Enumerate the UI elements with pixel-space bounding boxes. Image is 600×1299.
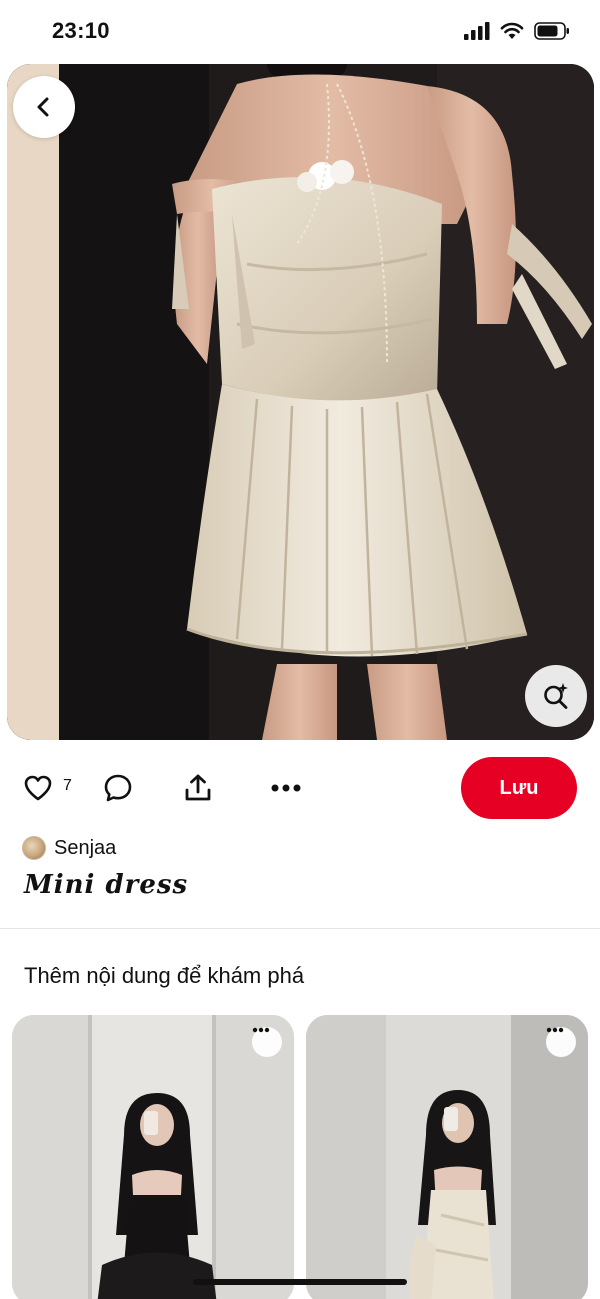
related-pin-card[interactable] — [306, 1015, 588, 1299]
home-indicator[interactable] — [193, 1279, 407, 1285]
save-button[interactable]: Lưu — [461, 757, 577, 819]
share-icon — [185, 774, 211, 801]
related-pin-image — [306, 1015, 588, 1299]
creator[interactable]: Senjaa — [22, 836, 116, 860]
signal-icon — [464, 22, 490, 40]
more-options-button[interactable] — [268, 770, 304, 806]
visual-search-button[interactable] — [525, 665, 587, 727]
heart-icon — [24, 775, 52, 801]
status-icons — [464, 22, 570, 40]
back-chevron-icon — [37, 97, 49, 117]
card-more-button[interactable] — [252, 1027, 282, 1057]
comment-icon — [104, 774, 132, 802]
like-button[interactable] — [20, 770, 56, 806]
back-button[interactable] — [13, 76, 75, 138]
more-section-heading: Thêm nội dung để khám phá — [24, 963, 305, 988]
more-dots-icon — [252, 1027, 270, 1033]
battery-icon — [534, 22, 569, 40]
related-pin-image — [12, 1015, 294, 1299]
avatar[interactable] — [22, 836, 46, 860]
creator-name[interactable]: Senjaa — [54, 837, 116, 860]
related-pin-card[interactable] — [12, 1015, 294, 1299]
dress-photo — [7, 64, 594, 740]
pin-image[interactable] — [7, 64, 594, 740]
visual-search-icon — [544, 683, 568, 709]
share-button[interactable] — [180, 770, 216, 806]
pin-title: Mini dress — [24, 870, 189, 900]
status-time: 23:10 — [52, 18, 110, 43]
divider — [0, 928, 600, 929]
wifi-icon — [500, 22, 524, 39]
more-dots-icon — [271, 784, 301, 792]
more-dots-icon — [546, 1027, 564, 1033]
card-more-button[interactable] — [546, 1027, 576, 1057]
status-bar: 23:10 — [0, 0, 600, 64]
like-count: 7 — [63, 777, 72, 794]
comment-button[interactable] — [100, 770, 136, 806]
